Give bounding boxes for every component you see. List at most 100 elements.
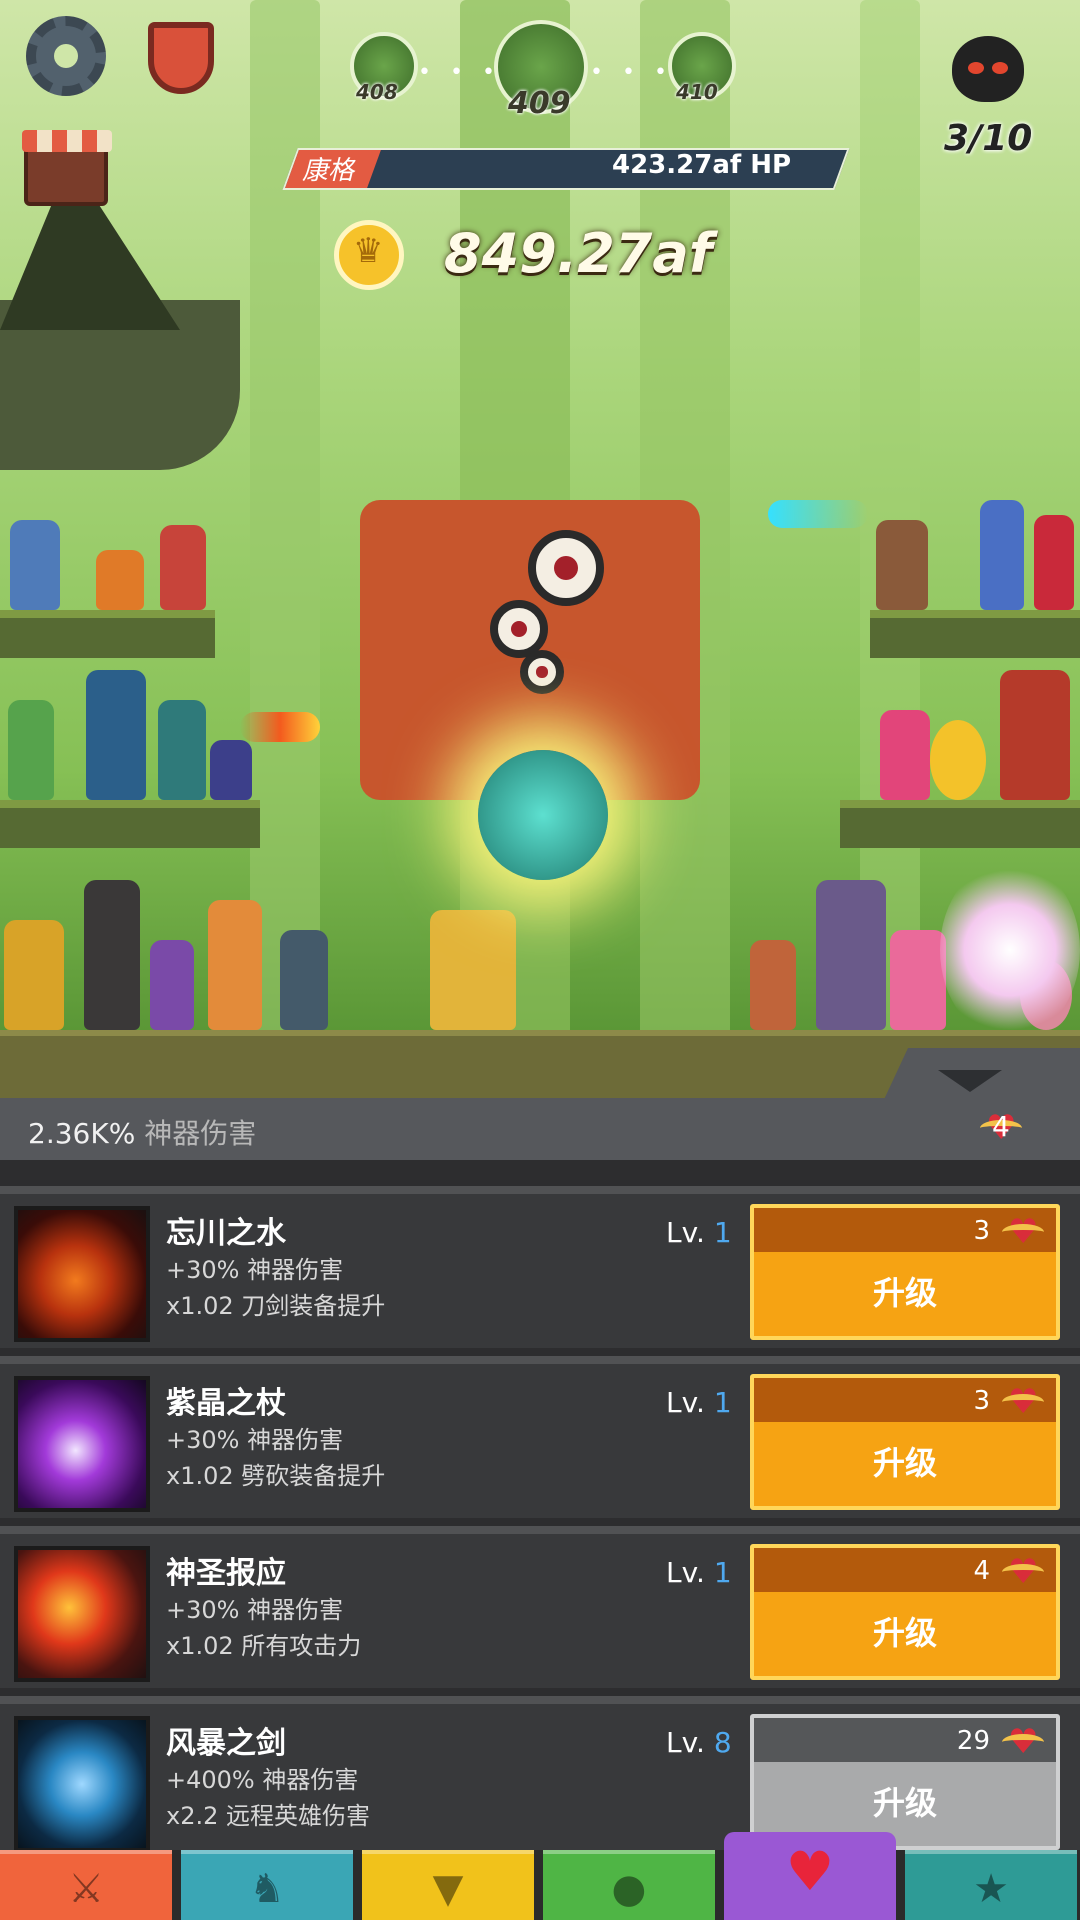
hero — [1034, 515, 1074, 610]
hero — [10, 520, 60, 610]
hero — [816, 880, 886, 1030]
upgrade-cost: 4 — [973, 1556, 990, 1586]
magic-bolt — [768, 500, 868, 528]
hero — [8, 700, 54, 800]
level-value: 1 — [713, 1386, 732, 1419]
artifact-level: Lv. 8 — [666, 1726, 732, 1759]
star-icon: ★ — [973, 1866, 1009, 1912]
artifact-effect: +30% 神器伤害 — [166, 1426, 344, 1454]
left-lower-platform — [0, 800, 260, 848]
stage-next-label: 410 — [676, 80, 718, 104]
artifact-name: 风暴之剑 — [166, 1726, 286, 1761]
artifact-effect: +30% 神器伤害 — [166, 1256, 344, 1284]
artifact-thumbnail — [14, 1206, 150, 1342]
upgrade-button-label: 升级 — [872, 1614, 937, 1652]
upgrade-button[interactable]: 3 升级 — [750, 1374, 1060, 1510]
relic-heart-icon — [1002, 1212, 1044, 1252]
level-value: 1 — [713, 1556, 732, 1589]
hero — [84, 880, 140, 1030]
level-value: 8 — [713, 1726, 732, 1759]
shop-icon[interactable] — [22, 130, 112, 206]
pet-icon: ● — [611, 1866, 647, 1912]
artifact-damage-summary: 2.36K% 神器伤害 — [28, 1112, 256, 1152]
artifact-bonus: x1.02 所有攻击力 — [166, 1632, 362, 1660]
artifact-level: Lv. 1 — [666, 1556, 732, 1589]
artifact-name: 神圣报应 — [166, 1556, 286, 1591]
tab-artifacts[interactable]: ♥ — [724, 1832, 896, 1920]
artifact-effect: +400% 神器伤害 — [166, 1766, 359, 1794]
wave-counter: 3/10 — [944, 118, 1033, 159]
hero — [158, 700, 206, 800]
list-item: 神圣报应 +30% 神器伤害 x1.02 所有攻击力 Lv. 1 4 升级 — [0, 1526, 1080, 1688]
hero — [208, 900, 262, 1030]
left-upper-platform — [0, 610, 215, 658]
level-label: Lv. — [666, 1726, 705, 1759]
tab-shop[interactable]: ★ — [905, 1850, 1077, 1920]
level-label: Lv. — [666, 1386, 705, 1419]
hero — [160, 525, 206, 610]
artifact-thumbnail — [14, 1376, 150, 1512]
upgrade-cost: 29 — [956, 1726, 990, 1756]
tab-heroes[interactable]: ♞ — [181, 1850, 353, 1920]
relic-heart-icon — [1002, 1382, 1044, 1422]
stage-current-label: 409 — [508, 86, 571, 121]
shield-icon[interactable] — [148, 22, 214, 94]
tab-equipment[interactable]: ▼ — [362, 1850, 534, 1920]
artifact-level: Lv. 1 — [666, 1386, 732, 1419]
chevron-down-icon[interactable] — [938, 1070, 1002, 1092]
hero — [890, 930, 946, 1030]
hero — [150, 940, 194, 1030]
list-item: 忘川之水 +30% 神器伤害 x1.02 刀剑装备提升 Lv. 1 3 升级 — [0, 1186, 1080, 1348]
boss-eye — [520, 650, 564, 694]
upgrade-button-label: 升级 — [872, 1274, 937, 1312]
hero — [96, 550, 144, 610]
stage-previous-label: 408 — [356, 80, 398, 104]
boss-name: 康格 — [302, 156, 355, 186]
bottom-tab-bar: ⚔ ♞ ▼ ● ♥ ★ — [0, 1832, 1080, 1920]
hero — [876, 520, 928, 610]
sword-icon: ⚔ — [68, 1866, 104, 1912]
gold-amount: 849.27af — [444, 222, 713, 285]
artifact-damage-value: 2.36K% — [28, 1117, 136, 1150]
artifact-thumbnail — [14, 1716, 150, 1850]
hero — [4, 920, 64, 1030]
armor-icon: ▼ — [432, 1866, 464, 1912]
stage-dots: • • • — [590, 60, 673, 85]
level-label: Lv. — [666, 1556, 705, 1589]
upgrade-cost: 3 — [973, 1216, 990, 1246]
artifact-bonus: x2.2 远程英雄伤害 — [166, 1802, 370, 1830]
artifact-bonus: x1.02 劈砍装备提升 — [166, 1462, 386, 1490]
winged-heart-icon: ♥ — [785, 1840, 835, 1903]
tab-pets[interactable]: ● — [543, 1850, 715, 1920]
artifact-name: 紫晶之杖 — [166, 1386, 286, 1421]
hero — [980, 500, 1024, 610]
upgrade-button-label: 升级 — [872, 1444, 937, 1482]
coin-icon — [334, 220, 404, 290]
boss-core — [478, 750, 608, 880]
boss-hp: 423.27af HP — [612, 150, 792, 180]
upgrade-button[interactable]: 3 升级 — [750, 1204, 1060, 1340]
boss-eye — [528, 530, 604, 606]
artifact-damage-label: 神器伤害 — [144, 1117, 257, 1150]
upgrade-button-label: 升级 — [872, 1784, 937, 1822]
hero — [210, 740, 252, 800]
relic-count: 4 — [992, 1110, 1010, 1143]
stage-dots: • • • — [418, 60, 501, 85]
list-item: 紫晶之杖 +30% 神器伤害 x1.02 劈砍装备提升 Lv. 1 3 升级 — [0, 1356, 1080, 1518]
upgrade-button[interactable]: 4 升级 — [750, 1544, 1060, 1680]
artifact-thumbnail — [14, 1546, 150, 1682]
hero — [1000, 670, 1070, 800]
hero — [880, 710, 930, 800]
battle-scene[interactable]: 408 • • • 409 • • • 410 3/10 康格 423.27af… — [0, 0, 1080, 1100]
artifact-list[interactable]: 忘川之水 +30% 神器伤害 x1.02 刀剑装备提升 Lv. 1 3 升级 紫… — [0, 1160, 1080, 1850]
artifact-bonus: x1.02 刀剑装备提升 — [166, 1292, 386, 1320]
list-item: 风暴之剑 +400% 神器伤害 x2.2 远程英雄伤害 Lv. 8 29 升级 — [0, 1696, 1080, 1850]
gear-icon[interactable] — [26, 16, 106, 96]
tab-sword[interactable]: ⚔ — [0, 1850, 172, 1920]
upgrade-button[interactable]: 29 升级 — [750, 1714, 1060, 1850]
level-value: 1 — [713, 1216, 732, 1249]
hero — [280, 930, 328, 1030]
artifact-level: Lv. 1 — [666, 1216, 732, 1249]
hero — [86, 670, 146, 800]
hero — [750, 940, 796, 1030]
